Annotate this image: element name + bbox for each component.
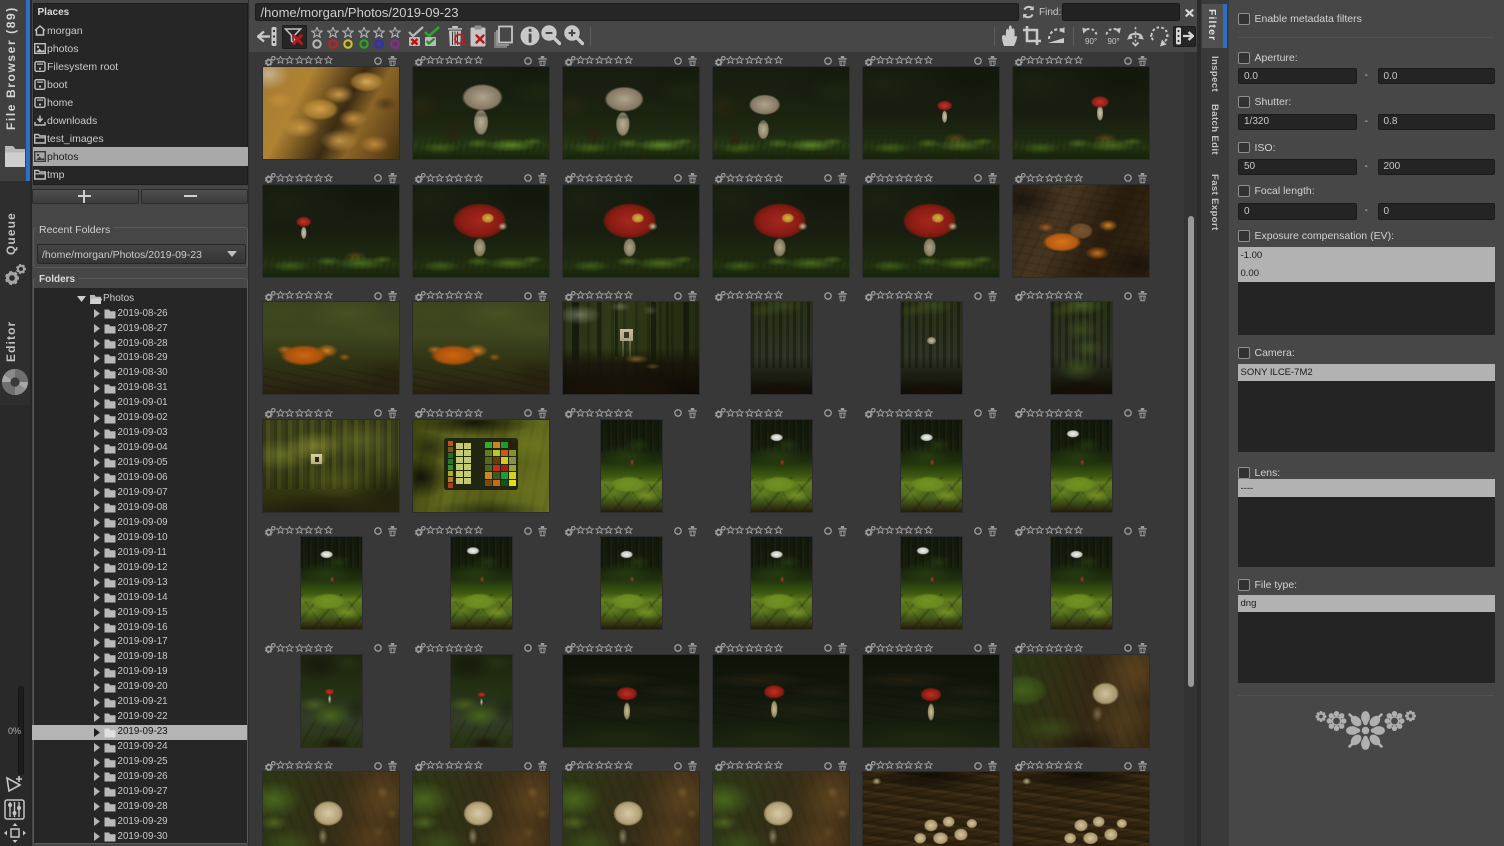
svg-text:90°: 90° <box>1085 37 1097 46</box>
svg-text:90°: 90° <box>1108 37 1120 46</box>
